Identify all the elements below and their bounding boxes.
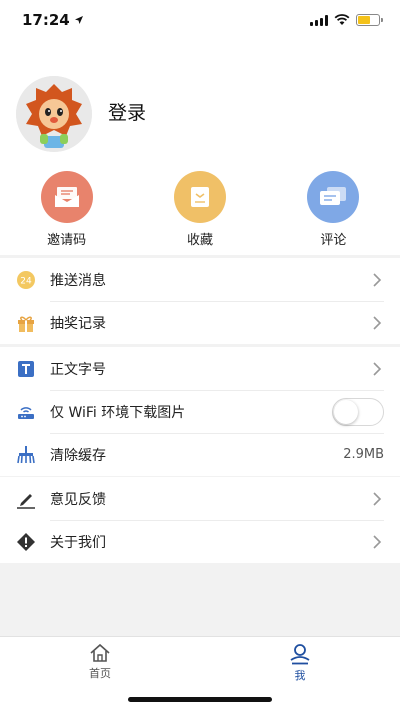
- home-indicator: [128, 697, 272, 702]
- clock-text: 17:24: [22, 11, 70, 29]
- feedback-label: 意见反馈: [50, 491, 106, 508]
- toggle-knob: [334, 399, 358, 424]
- chevron-right-icon: [370, 491, 384, 506]
- favorites-circle: [173, 171, 226, 223]
- location-arrow-icon: [74, 16, 83, 24]
- menu-item-feedback[interactable]: 意见反馈: [0, 477, 400, 520]
- pencil-icon: [16, 489, 36, 509]
- broom-icon: [16, 445, 36, 465]
- status-bar: 17:24: [0, 0, 400, 40]
- chevron-right-icon: [370, 315, 384, 330]
- push-label: 推送消息: [50, 272, 106, 289]
- menu-item-lottery[interactable]: 抽奖记录: [0, 301, 400, 344]
- comments-circle: [307, 171, 360, 223]
- lottery-label: 抽奖记录: [50, 315, 106, 332]
- menu-item-wifi-images: 仅 WiFi 环境下载图片: [0, 390, 400, 433]
- tab-me-label: 我: [294, 669, 306, 682]
- diamond-info-icon: [16, 532, 36, 552]
- wifi-images-toggle[interactable]: [332, 397, 384, 426]
- router-icon: [16, 402, 36, 422]
- avatar[interactable]: [16, 76, 92, 152]
- chevron-right-icon: [370, 361, 384, 376]
- tab-home-label: 首页: [89, 667, 111, 680]
- lion-cartoon-avatar-icon: [16, 76, 92, 152]
- clear-cache-label: 清除缓存: [50, 447, 106, 464]
- about-label: 关于我们: [50, 534, 106, 551]
- quick-actions: 邀请码 收藏 评论: [0, 171, 400, 248]
- menu-item-clear-cache[interactable]: 清除缓存 2.9MB: [0, 433, 400, 476]
- quick-action-invite-code[interactable]: 邀请码: [0, 171, 133, 248]
- quick-action-comments[interactable]: 评论: [267, 171, 400, 248]
- menu-group-settings: 正文字号 仅 WiFi 环境下载图片 清除缓存 2.9MB: [0, 347, 400, 476]
- status-time: 17:24: [22, 11, 84, 29]
- menu-item-about[interactable]: 关于我们: [0, 520, 400, 563]
- envelope-icon: [54, 187, 79, 207]
- text-t-icon: [16, 359, 36, 379]
- gift-icon: [16, 313, 36, 333]
- login-link[interactable]: 登录: [108, 98, 146, 125]
- chevron-right-icon: [370, 272, 384, 287]
- comments-label: 评论: [320, 233, 347, 248]
- person-icon: [290, 644, 310, 665]
- bookmark-icon: [190, 187, 209, 207]
- invite-code-label: 邀请码: [47, 233, 87, 248]
- wifi-icon: [334, 14, 350, 25]
- quick-action-favorites[interactable]: 收藏: [133, 171, 266, 248]
- menu-item-font-size[interactable]: 正文字号: [0, 347, 400, 390]
- push-24-icon: 24: [16, 270, 36, 290]
- menu-group-about: 意见反馈 关于我们: [0, 477, 400, 563]
- wifi-images-label: 仅 WiFi 环境下载图片: [50, 404, 186, 421]
- cache-size-value: 2.9MB: [343, 447, 384, 462]
- menu-item-push[interactable]: 24 推送消息: [0, 258, 400, 301]
- status-indicators: [310, 14, 383, 26]
- font-size-label: 正文字号: [50, 361, 106, 378]
- chevron-right-icon: [370, 534, 384, 549]
- battery-icon: [356, 14, 383, 26]
- invite-code-circle: [40, 171, 93, 223]
- comment-icon: [320, 187, 347, 205]
- cellular-signal-icon: [310, 14, 328, 26]
- home-icon: [90, 643, 110, 662]
- favorites-label: 收藏: [186, 233, 213, 248]
- profile-header: 登录 邀请码 收藏 评论: [0, 40, 400, 255]
- svg-text:24: 24: [20, 276, 32, 286]
- menu-group-notifications: 24 推送消息 抽奖记录: [0, 258, 400, 344]
